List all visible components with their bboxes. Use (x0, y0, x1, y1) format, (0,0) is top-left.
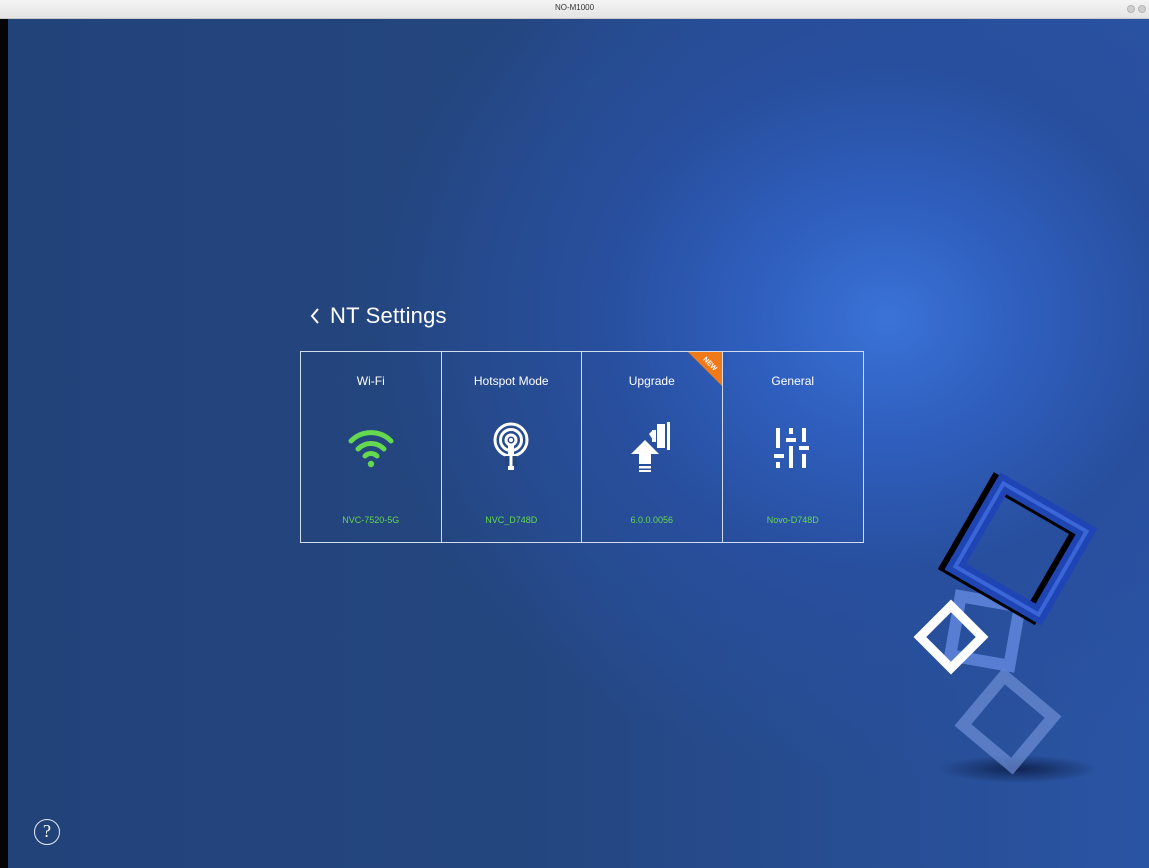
hotspot-antenna-icon (493, 422, 529, 470)
sliders-icon (773, 428, 809, 468)
hotspot-icon-wrap (442, 418, 582, 474)
wifi-card[interactable]: Wi-Fi NVC-7520-5G (301, 352, 442, 542)
wifi-icon-wrap (301, 418, 441, 474)
device-name: Novo-D748D (766, 515, 819, 525)
firmware-version: 6.0.0.0056 (630, 515, 674, 525)
decorative-cubes (913, 472, 1098, 783)
help-button[interactable]: ? (34, 819, 60, 845)
app-window: NO-M1000 NT Settings Wi-Fi NVC-7520-5G H… (0, 0, 1149, 868)
card-title: Hotspot Mode (473, 374, 549, 388)
card-title: General (771, 374, 815, 388)
wifi-icon (348, 430, 394, 468)
page-title: NT Settings (330, 303, 447, 328)
upgrade-icon-wrap (582, 418, 722, 474)
hotspot-card[interactable]: Hotspot Mode NVC_D748D (442, 352, 582, 542)
close-button[interactable] (1138, 5, 1146, 13)
page-header: NT Settings (304, 301, 447, 331)
back-button[interactable] (304, 301, 326, 331)
new-badge: NEW (687, 352, 722, 386)
general-icon-wrap (723, 418, 864, 474)
left-edge (0, 19, 8, 868)
general-card[interactable]: General Novo-D748D (723, 352, 864, 542)
card-title: Wi-Fi (356, 374, 385, 388)
window-title: NO-M1000 (554, 3, 595, 12)
settings-screen: NT Settings Wi-Fi NVC-7520-5G Hotspot Mo… (8, 19, 1149, 868)
title-bar: NO-M1000 (0, 0, 1149, 19)
settings-grid: Wi-Fi NVC-7520-5G Hotspot Mode NVC_D748D… (300, 351, 864, 543)
upgrade-icon (630, 422, 670, 472)
upgrade-card[interactable]: Upgrade NEW 6.0.0.0056 (582, 352, 723, 542)
hotspot-ssid: NVC_D748D (485, 515, 538, 525)
wifi-network-name: NVC-7520-5G (342, 515, 400, 525)
minimize-button[interactable] (1127, 5, 1135, 13)
chevron-left-icon (310, 308, 319, 324)
